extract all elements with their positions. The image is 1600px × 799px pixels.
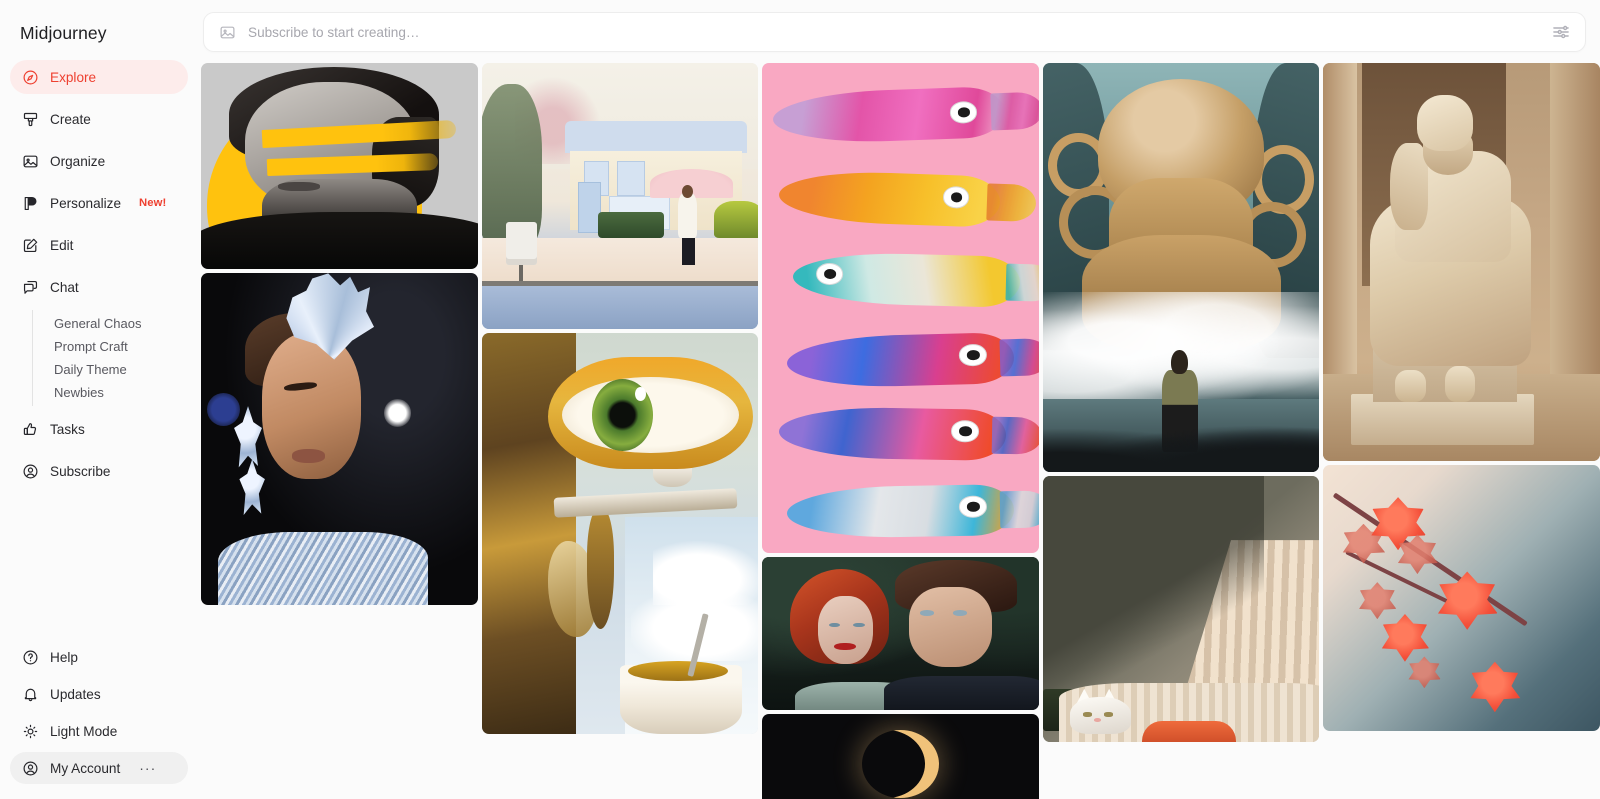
gallery-tile-marble-philosopher-statue[interactable] [1323,63,1600,462]
gallery-column-3 [762,63,1039,799]
gallery-column-4 [1042,63,1320,742]
image-gallery-grid [198,63,1600,799]
app-root: Midjourney Explore Create Organize Perso… [0,0,1600,799]
sidebar-item-label: Tasks [50,421,85,437]
gallery-tile-giant-octopus-kraken[interactable] [1042,63,1320,473]
thumbs-up-icon [22,421,39,438]
sliders-icon[interactable] [1551,22,1571,42]
sidebar-item-label: Personalize [50,195,122,211]
account-overflow-icon[interactable]: ··· [139,761,156,775]
sidebar-item-edit[interactable]: Edit [10,228,188,262]
sidebar-item-label: Light Mode [50,723,118,739]
user-circle-icon [22,760,39,777]
gallery-tile-diamond-crown-model[interactable] [201,273,478,606]
artwork-portrait-yellow-brushstroke [201,63,478,270]
sidebar-item-organize[interactable]: Organize [10,144,188,178]
sidebar-item-updates[interactable]: Updates [10,678,188,710]
gallery-tile-surreal-eye-teacup[interactable] [481,332,759,734]
question-circle-icon [22,649,39,666]
personalize-icon [22,195,39,212]
gallery-column-2 [481,63,759,734]
gallery-tile-red-blossom-branch[interactable] [1323,465,1600,731]
sidebar: Midjourney Explore Create Organize Perso… [0,0,198,799]
chat-channel-newbies[interactable]: Newbies [33,381,188,404]
sidebar-item-label: Explore [50,69,97,85]
artwork-glitter-fish-pink [762,63,1039,553]
image-icon [22,153,39,170]
sidebar-item-subscribe[interactable]: Subscribe [10,454,188,488]
sidebar-item-label: Create [50,111,91,127]
prompt-bar[interactable] [203,12,1586,52]
sidebar-item-personalize[interactable]: Personalize New! [10,186,188,220]
user-circle-icon [22,463,39,480]
sidebar-item-explore[interactable]: Explore [10,60,188,94]
artwork-pastel-house-painting [481,63,759,329]
compass-icon [22,69,39,86]
brush-icon [22,111,39,128]
new-badge: New! [139,197,167,209]
sidebar-item-label: Organize [50,153,106,169]
artwork-diamond-crown-model [201,273,478,606]
sidebar-item-create[interactable]: Create [10,102,188,136]
sidebar-item-chat[interactable]: Chat [10,270,188,304]
pencil-square-icon [22,237,39,254]
artwork-vintage-film-couple [762,556,1039,711]
gallery-tile-cat-on-sofa-sunlight[interactable] [1042,476,1320,742]
gallery-tile-vintage-film-couple[interactable] [762,556,1039,711]
bell-icon [22,686,39,703]
prompt-input[interactable] [248,24,1551,40]
top-bar [198,0,1600,63]
chat-bubble-icon [22,279,39,296]
gallery-tile-glitter-fish-pink[interactable] [762,63,1039,553]
primary-navigation: Explore Create Organize Personalize New!… [0,60,198,496]
sidebar-item-label: My Account [50,760,121,776]
gallery-tile-portrait-yellow-brushstroke[interactable] [201,63,478,270]
app-brand-title: Midjourney [20,23,107,43]
chat-channel-general-chaos[interactable]: General Chaos [33,312,188,335]
sun-icon [22,723,39,740]
sidebar-item-label: Subscribe [50,463,111,479]
gallery-column-1 [201,63,478,606]
main-content [198,0,1600,799]
sidebar-item-help[interactable]: Help [10,641,188,673]
artwork-red-blossom-branch [1323,465,1600,731]
image-icon [219,24,236,41]
sidebar-item-tasks[interactable]: Tasks [10,412,188,446]
secondary-navigation: Help Updates Light Mode My Account ··· [0,641,198,799]
sidebar-item-label: Chat [50,279,79,295]
gallery-tile-crescent-moon[interactable] [762,714,1039,799]
chat-channel-list: General Chaos Prompt Craft Daily Theme N… [32,310,188,406]
sidebar-item-label: Help [50,649,78,665]
chat-channel-daily-theme[interactable]: Daily Theme [33,358,188,381]
artwork-cat-on-sofa-sunlight [1042,476,1320,742]
artwork-crescent-moon [762,714,1039,799]
sidebar-item-label: Edit [50,237,74,253]
artwork-marble-philosopher-statue [1323,63,1600,462]
artwork-surreal-eye-teacup [481,332,759,734]
gallery-column-5 [1323,63,1600,731]
sidebar-item-light-mode[interactable]: Light Mode [10,715,188,747]
artwork-giant-octopus-kraken [1042,63,1320,473]
sidebar-item-my-account[interactable]: My Account ··· [10,752,188,784]
gallery-tile-pastel-house-painting[interactable] [481,63,759,329]
sidebar-item-label: Updates [50,686,101,702]
chat-channel-prompt-craft[interactable]: Prompt Craft [33,335,188,358]
